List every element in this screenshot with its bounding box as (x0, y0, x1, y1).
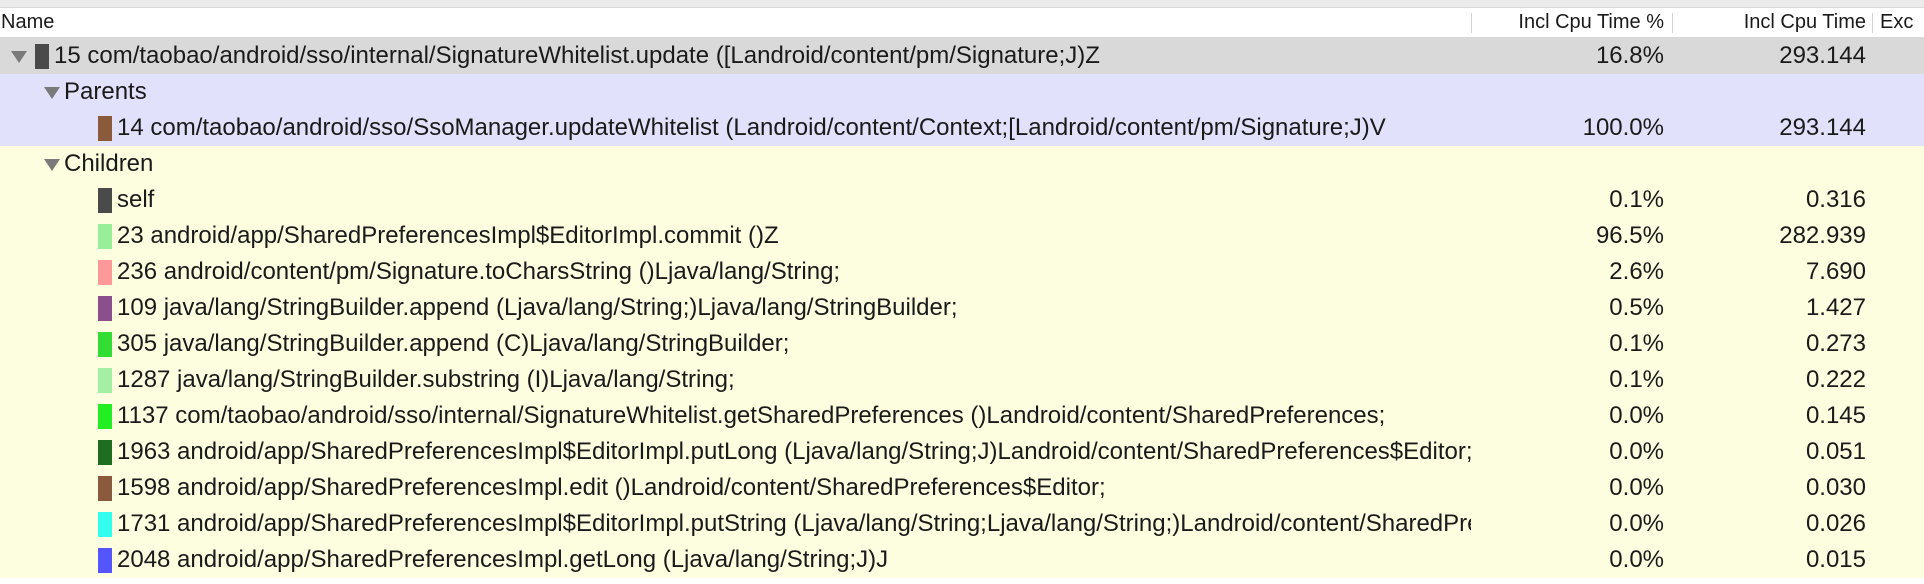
column-header-excl[interactable]: Exc (1880, 8, 1924, 37)
incl-cpu-pct-cell: 0.0% (1609, 402, 1664, 429)
children-header-label: Children (64, 150, 154, 177)
color-swatch (98, 116, 112, 141)
column-header-row: Name Incl Cpu Time % Incl Cpu Time Exc (0, 8, 1924, 38)
parent-method-row[interactable]: 14 com/taobao/android/sso/SsoManager.upd… (0, 110, 1924, 146)
child-method-row[interactable]: 1598 android/app/SharedPreferencesImpl.e… (0, 470, 1924, 506)
method-label: 1137 com/taobao/android/sso/internal/Sig… (117, 402, 1386, 429)
name-cell: Children (0, 146, 1471, 182)
incl-cpu-time-cell: 1.427 (1805, 294, 1866, 321)
incl-cpu-time-cell: 0.030 (1805, 474, 1866, 501)
incl-cpu-time-cell: 0.273 (1805, 330, 1866, 357)
name-cell: 1598 android/app/SharedPreferencesImpl.e… (0, 470, 1471, 506)
child-method-row[interactable]: 2048 android/app/SharedPreferencesImpl.g… (0, 542, 1924, 578)
method-label: 1731 android/app/SharedPreferencesImpl$E… (117, 510, 1471, 537)
top-border (0, 0, 1924, 8)
method-label: 14 com/taobao/android/sso/SsoManager.upd… (117, 114, 1386, 141)
method-label: self (117, 186, 155, 213)
incl-cpu-time-cell: 282.939 (1779, 222, 1866, 249)
name-cell: self (0, 182, 1471, 218)
current-method-row[interactable]: 15 com/taobao/android/sso/internal/Signa… (0, 38, 1924, 74)
incl-cpu-pct-cell: 2.6% (1609, 258, 1664, 285)
color-swatch (35, 44, 49, 69)
color-swatch (98, 512, 112, 537)
incl-cpu-pct-cell: 0.1% (1609, 330, 1664, 357)
color-swatch (98, 332, 112, 357)
method-label: 1287 java/lang/StringBuilder.substring (… (117, 366, 735, 393)
incl-cpu-time-cell: 293.144 (1779, 42, 1866, 69)
color-swatch (98, 224, 112, 249)
incl-cpu-time-cell: 7.690 (1805, 258, 1866, 285)
incl-cpu-pct-cell: 0.1% (1609, 366, 1664, 393)
method-label: 109 java/lang/StringBuilder.append (Ljav… (117, 294, 958, 321)
color-swatch (98, 188, 112, 213)
child-method-row[interactable]: 1287 java/lang/StringBuilder.substring (… (0, 362, 1924, 398)
incl-cpu-pct-cell: 0.1% (1609, 186, 1664, 213)
name-cell: 15 com/taobao/android/sso/internal/Signa… (0, 38, 1471, 74)
child-method-row[interactable]: 1731 android/app/SharedPreferencesImpl$E… (0, 506, 1924, 542)
name-cell: Parents (0, 74, 1471, 110)
incl-cpu-time-cell: 0.222 (1805, 366, 1866, 393)
color-swatch (98, 404, 112, 429)
incl-cpu-pct-cell: 16.8% (1595, 42, 1664, 69)
incl-cpu-pct-cell: 0.0% (1609, 438, 1664, 465)
parents-header-label: Parents (64, 78, 147, 105)
disclosure-triangle-icon[interactable] (11, 51, 27, 63)
incl-cpu-pct-cell: 0.0% (1609, 474, 1664, 501)
child-method-row[interactable]: 109 java/lang/StringBuilder.append (Ljav… (0, 290, 1924, 326)
incl-cpu-time-cell: 0.015 (1805, 546, 1866, 573)
color-swatch (98, 260, 112, 285)
incl-cpu-time-cell: 293.144 (1779, 114, 1866, 141)
color-swatch (98, 368, 112, 393)
incl-cpu-time-cell: 0.316 (1805, 186, 1866, 213)
incl-cpu-pct-cell: 0.5% (1609, 294, 1664, 321)
incl-cpu-time-cell: 0.051 (1805, 438, 1866, 465)
color-swatch (98, 440, 112, 465)
name-cell: 2048 android/app/SharedPreferencesImpl.g… (0, 542, 1471, 578)
name-cell: 1963 android/app/SharedPreferencesImpl$E… (0, 434, 1471, 470)
child-method-row[interactable]: 1963 android/app/SharedPreferencesImpl$E… (0, 434, 1924, 470)
name-cell: 1137 com/taobao/android/sso/internal/Sig… (0, 398, 1471, 434)
method-label: 1963 android/app/SharedPreferencesImpl$E… (117, 438, 1471, 465)
column-header-incl-cpu-pct[interactable]: Incl Cpu Time % (1480, 8, 1664, 37)
name-cell: 236 android/content/pm/Signature.toChars… (0, 254, 1471, 290)
name-cell: 305 java/lang/StringBuilder.append (C)Lj… (0, 326, 1471, 362)
column-divider[interactable] (1471, 13, 1472, 33)
disclosure-triangle-icon[interactable] (44, 87, 60, 99)
name-cell: 109 java/lang/StringBuilder.append (Ljav… (0, 290, 1471, 326)
child-method-row[interactable]: self 0.1% 0.316 (0, 182, 1924, 218)
method-label: 236 android/content/pm/Signature.toChars… (117, 258, 841, 285)
incl-cpu-time-cell: 0.026 (1805, 510, 1866, 537)
method-label: 1598 android/app/SharedPreferencesImpl.e… (117, 474, 1106, 501)
method-label: 305 java/lang/StringBuilder.append (C)Lj… (117, 330, 790, 357)
incl-cpu-pct-cell: 100.0% (1582, 114, 1664, 141)
incl-cpu-pct-cell: 0.0% (1609, 510, 1664, 537)
incl-cpu-pct-cell: 96.5% (1595, 222, 1664, 249)
incl-cpu-pct-cell: 0.0% (1609, 546, 1664, 573)
method-label: 2048 android/app/SharedPreferencesImpl.g… (117, 546, 889, 573)
name-cell: 1287 java/lang/StringBuilder.substring (… (0, 362, 1471, 398)
color-swatch (98, 548, 112, 573)
column-header-incl-cpu-time[interactable]: Incl Cpu Time (1676, 8, 1866, 37)
name-cell: 14 com/taobao/android/sso/SsoManager.upd… (0, 110, 1471, 146)
method-label: 23 android/app/SharedPreferencesImpl$Edi… (117, 222, 779, 249)
incl-cpu-time-cell: 0.145 (1805, 402, 1866, 429)
child-method-row[interactable]: 236 android/content/pm/Signature.toChars… (0, 254, 1924, 290)
child-method-row[interactable]: 305 java/lang/StringBuilder.append (C)Lj… (0, 326, 1924, 362)
column-divider[interactable] (1872, 13, 1873, 33)
color-swatch (98, 296, 112, 321)
parents-group-row[interactable]: Parents (0, 74, 1924, 110)
child-method-row[interactable]: 1137 com/taobao/android/sso/internal/Sig… (0, 398, 1924, 434)
child-method-row[interactable]: 23 android/app/SharedPreferencesImpl$Edi… (0, 218, 1924, 254)
name-cell: 1731 android/app/SharedPreferencesImpl$E… (0, 506, 1471, 542)
children-group-row[interactable]: Children (0, 146, 1924, 182)
method-label: 15 com/taobao/android/sso/internal/Signa… (54, 42, 1100, 69)
disclosure-triangle-icon[interactable] (44, 159, 60, 171)
name-cell: 23 android/app/SharedPreferencesImpl$Edi… (0, 218, 1471, 254)
color-swatch (98, 476, 112, 501)
column-header-name[interactable]: Name (1, 8, 1461, 37)
column-divider[interactable] (1672, 13, 1673, 33)
